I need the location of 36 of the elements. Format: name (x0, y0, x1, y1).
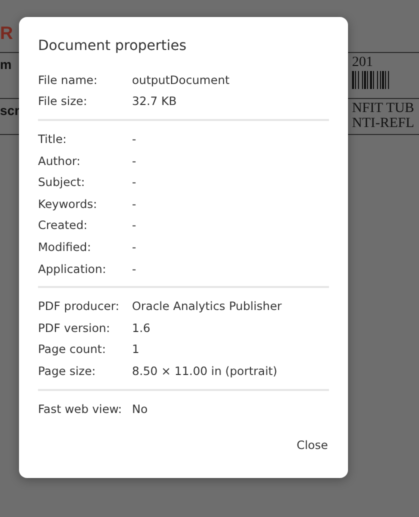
property-value: 1.6 (132, 320, 152, 335)
property-label: File name: (38, 72, 98, 87)
logo: R (0, 24, 13, 42)
property-value: 32.7 KB (132, 94, 178, 108)
property-value: - (132, 218, 138, 232)
property-value: - (132, 240, 138, 254)
property-label: Page size: (38, 364, 97, 378)
property-label: File size: (38, 94, 88, 108)
property-label: Keywords: (38, 196, 98, 211)
table-cell: 201 (352, 55, 373, 70)
property-label: Subject: (38, 175, 86, 190)
property-value: - (132, 175, 138, 190)
property-value: - (132, 196, 138, 211)
property-value: - (132, 154, 138, 168)
property-value: No (132, 402, 149, 416)
table-cell-text: scr (0, 102, 20, 120)
property-label: Page count: (38, 342, 107, 356)
table-cell: NTI-REFL (352, 116, 414, 131)
dialog-title: Document properties (38, 37, 188, 55)
property-value: outputDocument (132, 72, 231, 87)
property-label: PDF version: (38, 320, 112, 335)
property-value: Oracle Analytics Publisher (132, 299, 283, 314)
barcode-icon (352, 71, 390, 89)
property-value: 8.50 × 11.00 in (portrait) (132, 364, 278, 378)
property-label: PDF producer: (38, 299, 120, 314)
table-cell-text: m (0, 56, 12, 74)
property-label: Created: (38, 218, 88, 232)
property-value: - (132, 262, 138, 276)
property-label: Application: (38, 262, 108, 276)
property-label: Fast web view: (38, 402, 123, 416)
property-label: Author: (38, 154, 82, 168)
property-value: - (132, 132, 138, 146)
table-cell: NFIT TUB (352, 101, 414, 116)
property-label: Title: (38, 132, 68, 146)
property-value: 1 (132, 342, 140, 356)
property-label: Modified: (38, 240, 92, 254)
